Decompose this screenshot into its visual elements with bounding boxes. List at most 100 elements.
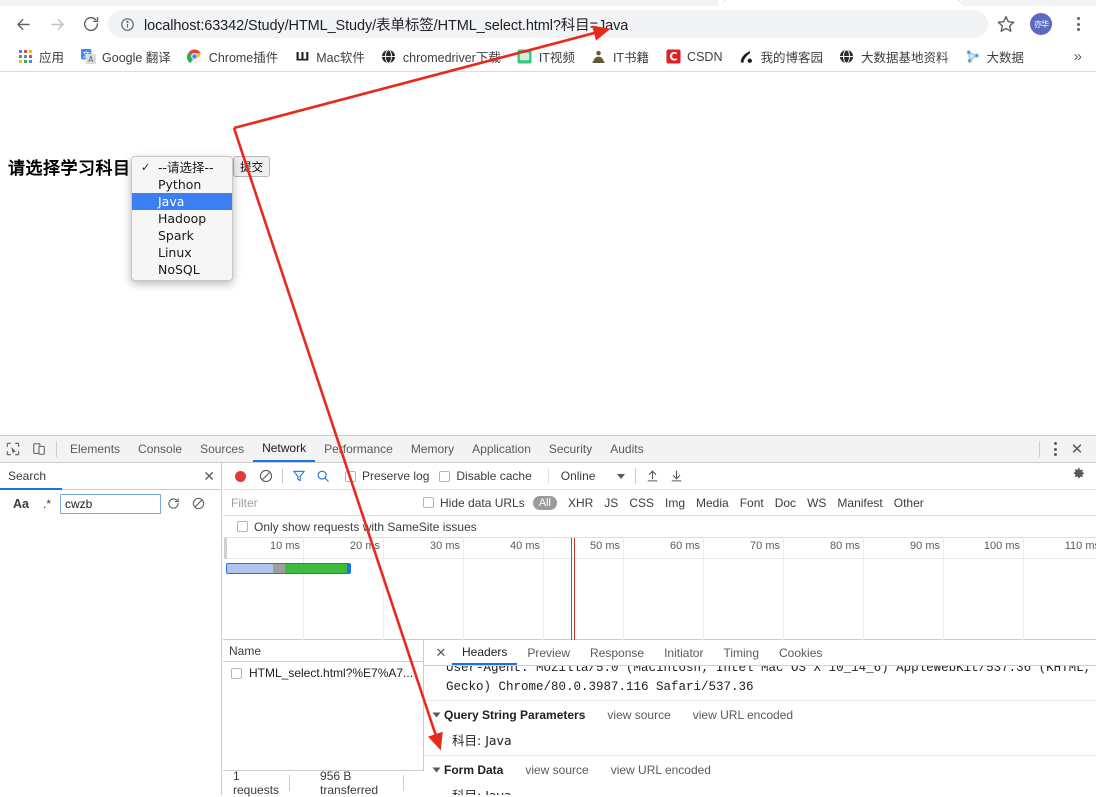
tab-security[interactable]: Security xyxy=(540,436,601,462)
close-icon[interactable]: ✕ xyxy=(430,642,452,664)
view-source-link[interactable]: view source xyxy=(607,708,670,722)
option-linux[interactable]: Linux xyxy=(132,244,232,261)
filter-input[interactable]: Filter xyxy=(231,496,391,510)
tab-network[interactable]: Network xyxy=(253,436,316,462)
user-agent-second-line: Gecko) Chrome/80.0.3987.116 Safari/537.3… xyxy=(446,680,754,694)
bookmark-it-books[interactable]: IT书籍 xyxy=(584,45,656,69)
address-bar[interactable]: localhost:63342/Study/HTML_Study/表单标签/HT… xyxy=(108,10,988,38)
checkbox-box[interactable] xyxy=(439,470,451,482)
download-icon[interactable] xyxy=(664,465,688,487)
filter-type-media[interactable]: Media xyxy=(696,496,729,510)
tab-response[interactable]: Response xyxy=(580,640,654,665)
filter-type-all[interactable]: All xyxy=(532,495,557,510)
bookmark-chromedriver[interactable]: chromedriver下载 xyxy=(374,45,508,69)
subject-select-dropdown[interactable]: ✓ --请选择-- Python Java Hadoop Spark Linux… xyxy=(131,156,233,281)
reload-icon[interactable] xyxy=(76,9,106,39)
clear-icon[interactable] xyxy=(254,465,278,487)
headers-body[interactable]: User-Agent: Mozilla/5.0 (Macintosh; Inte… xyxy=(424,666,1096,795)
network-overview[interactable]: 10 ms 20 ms 30 ms 40 ms 50 ms 60 ms 70 m… xyxy=(223,538,1096,640)
match-case-icon[interactable]: Aa xyxy=(8,493,34,515)
tab-headers[interactable]: Headers xyxy=(452,640,518,665)
refresh-icon[interactable] xyxy=(161,493,186,515)
forward-arrow-icon[interactable] xyxy=(42,9,72,39)
form-data-header[interactable]: Form Data view source view URL encoded xyxy=(424,756,1096,781)
view-url-encoded-link[interactable]: view URL encoded xyxy=(693,708,793,722)
device-toolbar-icon[interactable] xyxy=(26,436,52,462)
bookmark-star-icon[interactable] xyxy=(996,14,1016,34)
bookmark-google-translate[interactable]: 文A Google 翻译 xyxy=(73,45,178,69)
filter-type-doc[interactable]: Doc xyxy=(775,496,796,510)
bookmark-cnblogs[interactable]: 我的博客园 xyxy=(731,45,830,69)
funnel-icon[interactable] xyxy=(287,465,311,487)
view-source-link[interactable]: view source xyxy=(525,763,588,777)
tab-audits[interactable]: Audits xyxy=(601,436,652,462)
filter-type-img[interactable]: Img xyxy=(665,496,685,510)
query-string-parameters-header[interactable]: Query String Parameters view source view… xyxy=(424,701,1096,726)
checkbox-box[interactable] xyxy=(345,470,356,482)
tab-preview[interactable]: Preview xyxy=(517,640,580,665)
back-arrow-icon[interactable] xyxy=(8,9,38,39)
inspect-element-icon[interactable] xyxy=(0,436,26,462)
option-spark[interactable]: Spark xyxy=(132,227,232,244)
tab-console[interactable]: Console xyxy=(129,436,191,462)
bookmark-mac-software[interactable]: Ш Mac软件 xyxy=(287,45,372,69)
tab-application[interactable]: Application xyxy=(463,436,540,462)
filter-type-css[interactable]: CSS xyxy=(629,496,654,510)
throttling-select[interactable]: Online xyxy=(547,469,626,483)
chevron-down-icon[interactable] xyxy=(432,712,441,718)
browser-menu-icon[interactable] xyxy=(1068,13,1088,35)
record-button[interactable] xyxy=(235,470,246,482)
checkmark-icon: ✓ xyxy=(141,161,151,174)
table-row[interactable]: HTML_select.html?%E7%A7... xyxy=(223,662,423,684)
option-nosql[interactable]: NoSQL xyxy=(132,261,232,278)
filter-type-js[interactable]: JS xyxy=(604,496,618,510)
option-hadoop[interactable]: Hadoop xyxy=(132,210,232,227)
bookmarks-overflow-button[interactable]: » xyxy=(1068,48,1088,65)
tab-cookies[interactable]: Cookies xyxy=(769,640,832,665)
checkbox-box[interactable] xyxy=(423,497,434,508)
checkbox-box[interactable] xyxy=(237,521,248,532)
filter-type-font[interactable]: Font xyxy=(740,496,764,510)
disable-cache-checkbox[interactable]: Disable cache xyxy=(439,469,532,483)
request-column-header[interactable]: Name xyxy=(223,640,423,662)
gear-icon[interactable] xyxy=(1071,466,1086,486)
option-java[interactable]: Java xyxy=(132,193,232,210)
bookmark-it-video[interactable]: IT视频 xyxy=(510,45,582,69)
view-url-encoded-link[interactable]: view URL encoded xyxy=(611,763,711,777)
samesite-checkbox[interactable]: Only show requests with SameSite issues xyxy=(237,520,477,534)
bookmark-csdn[interactable]: C CSDN xyxy=(658,45,729,69)
filter-type-xhr[interactable]: XHR xyxy=(568,496,593,510)
search-input[interactable] xyxy=(60,493,161,514)
bookmark-bigdata[interactable]: 大数据 xyxy=(958,45,1032,69)
profile-avatar[interactable]: 亦华 xyxy=(1030,13,1052,35)
tab-performance[interactable]: Performance xyxy=(315,436,402,462)
tab-elements[interactable]: Elements xyxy=(61,436,129,462)
select-form-label: 请选择学习科目： xyxy=(8,159,148,179)
filter-type-other[interactable]: Other xyxy=(894,496,924,510)
search-icon[interactable] xyxy=(311,465,335,487)
filter-type-ws[interactable]: WS xyxy=(807,496,826,510)
request-checkbox[interactable] xyxy=(231,667,242,679)
tab-memory[interactable]: Memory xyxy=(402,436,463,462)
hide-data-urls-checkbox[interactable]: Hide data URLs xyxy=(423,496,525,510)
bookmark-apps[interactable]: 应用 xyxy=(10,45,71,69)
option-python[interactable]: Python xyxy=(132,176,232,193)
devtools-close-icon[interactable]: ✕ xyxy=(1066,438,1088,460)
clear-icon[interactable] xyxy=(186,493,211,515)
info-circle-icon[interactable] xyxy=(118,15,136,33)
filter-type-manifest[interactable]: Manifest xyxy=(837,496,882,510)
bookmark-chrome-plugins[interactable]: Chrome插件 xyxy=(180,45,285,69)
devtools-more-icon[interactable] xyxy=(1046,438,1064,460)
close-icon[interactable]: ✕ xyxy=(203,468,215,485)
regex-icon[interactable]: .* xyxy=(34,493,60,515)
tab-timing[interactable]: Timing xyxy=(713,640,769,665)
preserve-log-checkbox[interactable]: Preserve log xyxy=(345,469,429,483)
submit-button[interactable]: 提交 xyxy=(233,156,270,177)
upload-icon[interactable] xyxy=(640,465,664,487)
bookmark-label: Mac软件 xyxy=(316,51,365,65)
chevron-down-icon[interactable] xyxy=(432,767,441,773)
option-please-select[interactable]: ✓ --请选择-- xyxy=(132,159,232,176)
tab-sources[interactable]: Sources xyxy=(191,436,253,462)
tab-initiator[interactable]: Initiator xyxy=(654,640,713,665)
bookmark-bigdata-base[interactable]: 大数据基地资料 xyxy=(832,45,956,69)
